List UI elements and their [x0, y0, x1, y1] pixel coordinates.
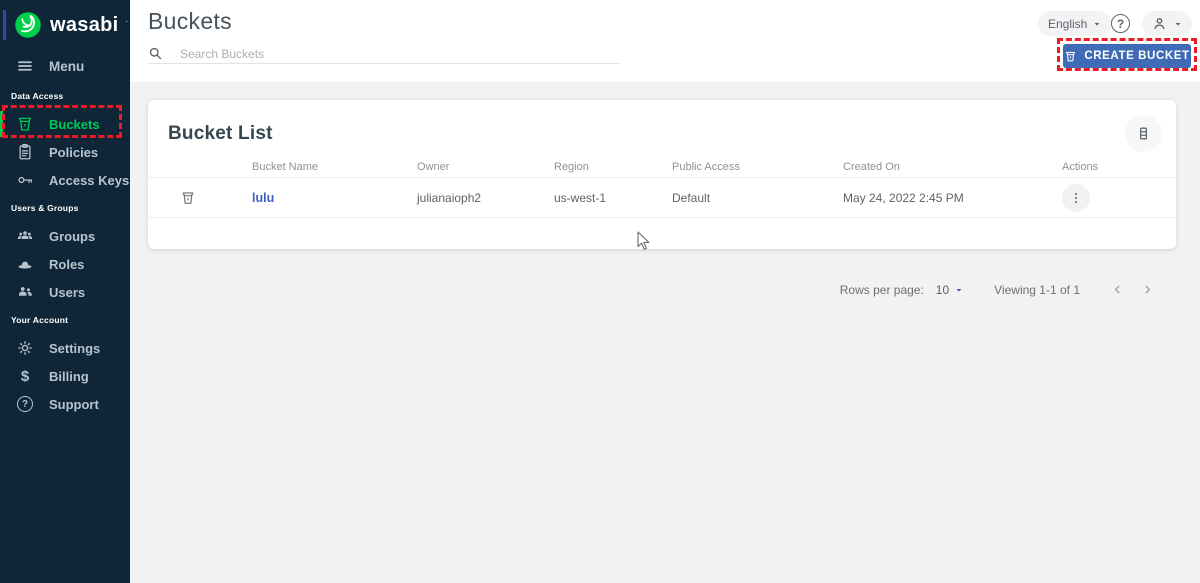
- roles-hat-icon: [16, 255, 34, 273]
- hamburger-icon: [16, 57, 34, 75]
- chevron-down-icon: [1173, 19, 1183, 29]
- key-icon: [16, 171, 34, 189]
- account-menu[interactable]: [1142, 11, 1192, 36]
- sidebar-item-users[interactable]: Users: [0, 278, 130, 306]
- prev-page-button[interactable]: [1106, 279, 1128, 301]
- sidebar-item-label: Users: [49, 284, 86, 300]
- card-title: Bucket List: [168, 123, 273, 144]
- sidebar-item-roles[interactable]: Roles: [0, 250, 130, 278]
- sidebar-item-label: Access Keys: [49, 172, 130, 188]
- sidebar: wasabi ´ Menu Data Access Buckets Polici…: [0, 0, 130, 583]
- column-header-region: Region: [554, 160, 589, 173]
- bucket-table: Bucket Name Owner Region Public Access C…: [148, 156, 1176, 297]
- column-settings-button[interactable]: [1125, 115, 1162, 152]
- table-header-row: Bucket Name Owner Region Public Access C…: [148, 156, 1176, 178]
- sidebar-item-settings[interactable]: Settings: [0, 334, 130, 362]
- sidebar-item-label: Support: [49, 396, 99, 412]
- sidebar-item-groups[interactable]: Groups: [0, 222, 130, 250]
- sidebar-item-label: Roles: [49, 256, 85, 272]
- sidebar-item-label: Policies: [49, 144, 99, 160]
- table-row: lulu julianaioph2 us-west-1 Default May …: [148, 178, 1176, 218]
- cell-region: us-west-1: [554, 190, 607, 205]
- content-area: Bucket List Bucket Name Owner Region Pub…: [130, 82, 1200, 583]
- create-bucket-button[interactable]: CREATE BUCKET: [1063, 44, 1191, 68]
- bucket-name-link[interactable]: lulu: [252, 191, 417, 205]
- column-header-created-on: Created On: [843, 160, 900, 173]
- help-icon: ?: [1111, 14, 1130, 33]
- sidebar-item-label: Groups: [49, 228, 96, 244]
- sidebar-section-users-groups: Users & Groups: [11, 203, 79, 213]
- policies-icon: [16, 143, 34, 161]
- cell-owner: julianaioph2: [417, 190, 482, 205]
- column-header-bucket-name: Bucket Name: [252, 160, 319, 173]
- rows-per-page-value: 10: [935, 282, 950, 297]
- sidebar-item-label: Buckets: [49, 116, 100, 132]
- column-header-public-access: Public Access: [672, 160, 740, 173]
- sidebar-item-billing[interactable]: $ Billing: [0, 362, 130, 390]
- kebab-icon: [1075, 192, 1077, 203]
- cell-public-access: Default: [672, 190, 711, 205]
- language-label: English: [1048, 16, 1088, 31]
- rows-per-page-select[interactable]: 10: [936, 283, 964, 297]
- sidebar-item-policies[interactable]: Policies: [0, 138, 130, 166]
- search-input[interactable]: [180, 46, 620, 61]
- next-page-button[interactable]: [1136, 279, 1158, 301]
- search-field: [148, 44, 620, 64]
- search-icon: [148, 46, 163, 61]
- menu-toggle[interactable]: Menu: [0, 50, 130, 82]
- bucket-icon: [1064, 50, 1077, 63]
- column-header-owner: Owner: [417, 160, 450, 173]
- bucket-list-card: Bucket List Bucket Name Owner Region Pub…: [148, 100, 1176, 297]
- brand-name: wasabi: [50, 13, 119, 36]
- user-icon: [1151, 15, 1168, 32]
- table-footer: Rows per page: 10 Viewing 1-1 of 1: [148, 274, 1176, 305]
- chevron-down-icon: [1092, 19, 1102, 29]
- sidebar-section-data-access: Data Access: [11, 91, 64, 101]
- bucket-icon: [16, 115, 34, 133]
- sidebar-item-label: Settings: [49, 340, 101, 356]
- rows-per-page-label: Rows per page:: [839, 282, 924, 297]
- menu-label: Menu: [49, 58, 85, 74]
- logo-caret-bar: [3, 10, 6, 40]
- wasabi-logo[interactable]: wasabi ´: [0, 0, 130, 50]
- chevron-right-icon: [1144, 285, 1150, 294]
- sidebar-item-buckets[interactable]: Buckets: [0, 110, 130, 138]
- chevron-left-icon: [1114, 285, 1120, 294]
- sidebar-item-support[interactable]: ? Support: [0, 390, 130, 418]
- bucket-row-icon: [180, 190, 252, 206]
- top-header: Buckets English ?: [130, 0, 1200, 82]
- dollar-icon: $: [20, 367, 30, 385]
- viewing-label: Viewing 1-1 of 1: [994, 282, 1080, 297]
- language-selector[interactable]: English: [1038, 11, 1113, 36]
- create-bucket-label: CREATE BUCKET: [1084, 50, 1190, 62]
- question-circle-icon: ?: [16, 395, 34, 413]
- brand-trademark: ´: [125, 20, 129, 29]
- gear-icon: [16, 339, 34, 357]
- wasabi-leaf-icon: [13, 10, 43, 40]
- help-button[interactable]: ?: [1110, 13, 1131, 34]
- table-columns-icon: [1135, 125, 1152, 142]
- sidebar-section-your-account: Your Account: [11, 315, 69, 325]
- users-icon: [16, 283, 34, 301]
- groups-icon: [16, 227, 34, 245]
- column-header-actions: Actions: [1062, 160, 1099, 173]
- row-actions-button[interactable]: [1062, 183, 1090, 212]
- cell-created-on: May 24, 2022 2:45 PM: [843, 190, 964, 205]
- sidebar-item-label: Billing: [49, 368, 89, 384]
- sidebar-item-access-keys[interactable]: Access Keys: [0, 166, 130, 194]
- chevron-down-icon: [954, 285, 964, 295]
- page-title: Buckets: [148, 8, 232, 34]
